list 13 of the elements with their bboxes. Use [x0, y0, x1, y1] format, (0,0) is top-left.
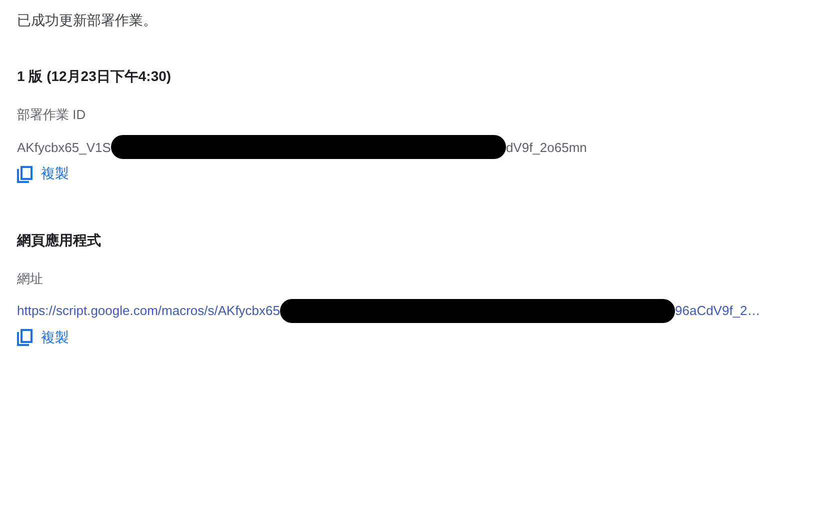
section-heading: 1 版 (12月23日下午4:30) — [17, 68, 172, 86]
url-link[interactable]: 96aCdV9f_2… — [675, 303, 760, 318]
success-message: 已成功更新部署作業。 — [17, 12, 158, 30]
copy-icon — [17, 329, 33, 346]
deployment-id: AKfycbx65_V1S — [17, 140, 111, 154]
field-label: 網址 — [17, 270, 44, 288]
copy-button[interactable]: 複製 — [17, 328, 69, 346]
copy-button[interactable]: 複製 — [17, 165, 69, 183]
section-heading: 網頁應用程式 — [17, 232, 102, 250]
deployment-id: dV9f_2o65mn — [506, 140, 587, 154]
field-label: 部署作業 ID — [17, 106, 87, 124]
url-link[interactable]: https://script.google.com/macros/s/AKfycbx65 — [17, 303, 280, 318]
copy-icon — [17, 166, 33, 182]
